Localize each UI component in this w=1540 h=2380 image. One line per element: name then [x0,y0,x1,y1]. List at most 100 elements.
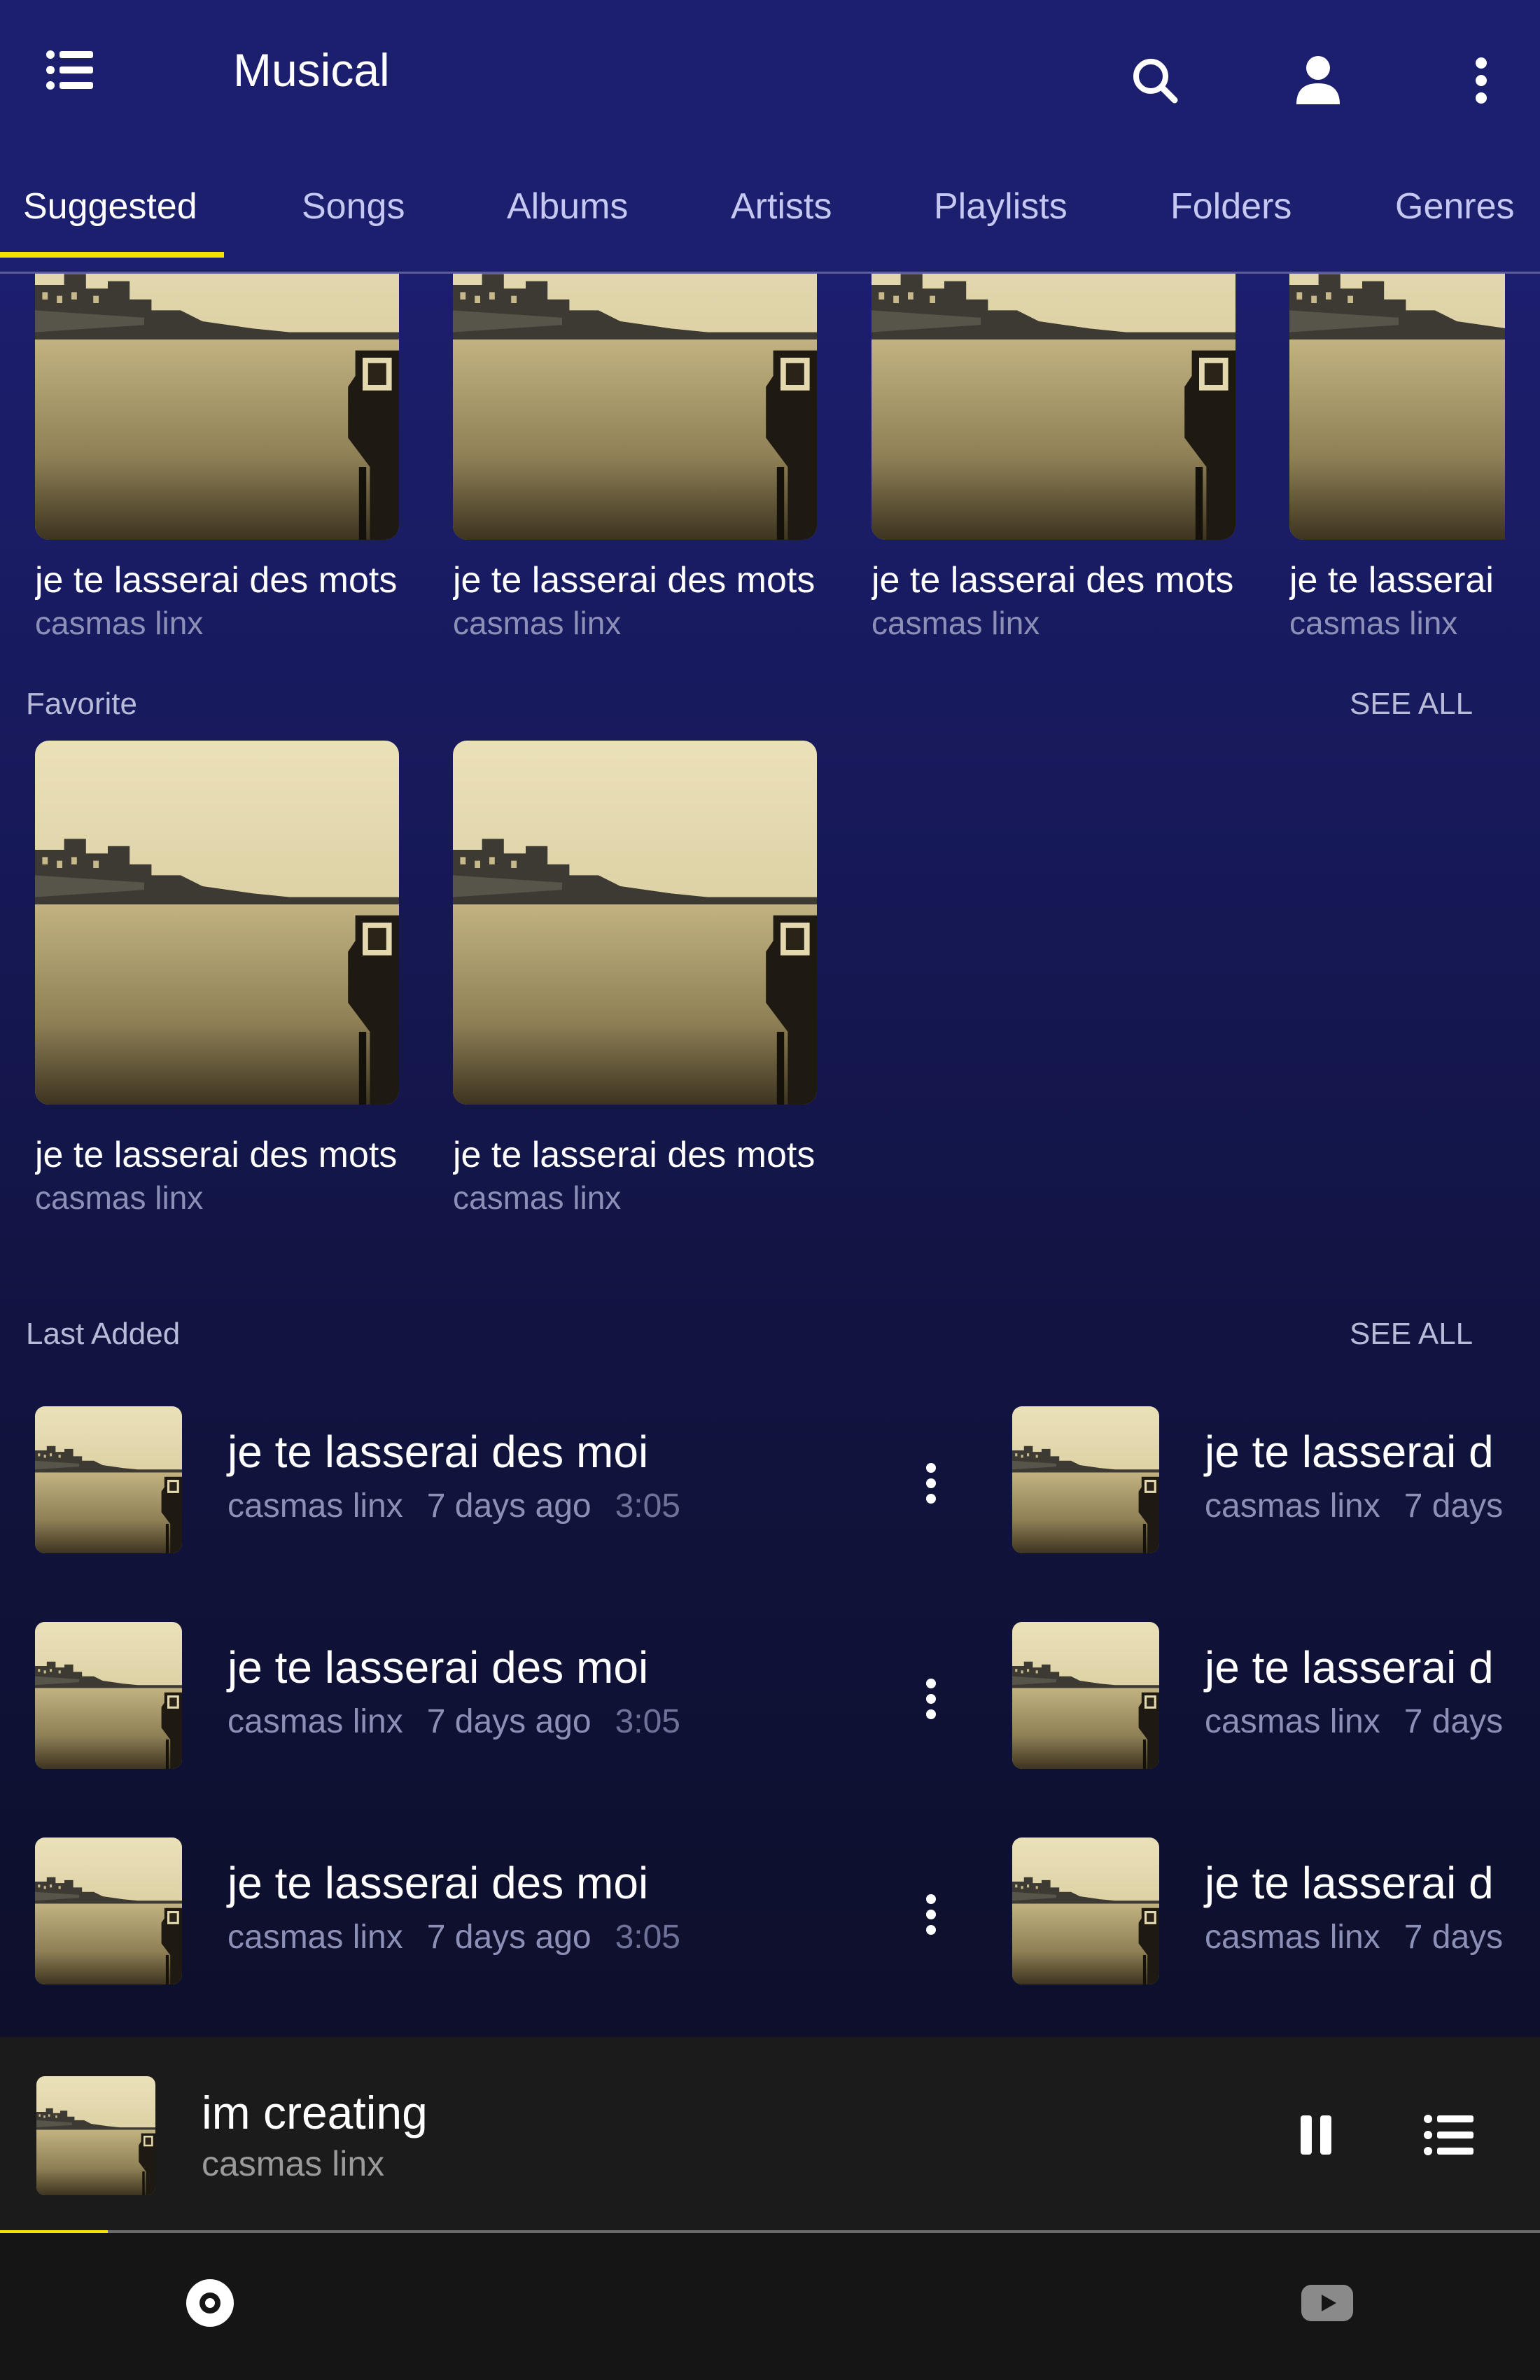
card-title: je te lasserai des mots [872,560,1234,601]
card-artist: casmas linx [35,1180,204,1216]
song-duration: 3:05 [615,1488,680,1525]
search-icon [1133,59,1178,104]
song-row[interactable]: je te lasserai d casmas linx 7 days [1012,1837,1505,1984]
more-vert-icon [1476,57,1487,104]
song-thumbnail [1012,1406,1159,1553]
song-title: je te lasserai d [1205,1427,1494,1477]
more-vert-icon [926,1463,936,1504]
suggested-card[interactable]: je te lasserai des mots casmas linx [872,274,1250,666]
pause-icon [1301,2115,1331,2155]
song-title: je te lasserai d [1205,1858,1494,1908]
song-meta: casmas linx 7 days [1205,1487,1505,1525]
section-label-favorite: Favorite [26,687,137,721]
song-added: 7 days [1404,1703,1504,1740]
card-title: je te lasserai [1289,560,1494,601]
tab-songs[interactable]: Songs [302,164,405,270]
card-artist: casmas linx [453,605,622,641]
song-title: je te lasserai des moi [227,1642,649,1693]
menu-button[interactable] [35,35,105,105]
song-meta: casmas linx 7 days ago 3:05 [227,1487,704,1525]
nav-video-button[interactable] [1292,2268,1362,2338]
section-label-last-added: Last Added [26,1317,181,1351]
card-artist: casmas linx [872,605,1040,641]
pause-button[interactable] [1281,2100,1351,2170]
now-playing-artist: casmas linx [202,2144,385,2183]
suggested-card[interactable]: je te lasserai des mots casmas linx [35,274,413,666]
list-menu-icon [46,50,93,90]
album-cover [1289,274,1505,540]
card-artist: casmas linx [453,1180,622,1216]
content-scroll-area[interactable]: je te lasserai des mots casmas linx je t… [0,274,1540,2037]
disc-icon [186,2279,234,2327]
card-artist: casmas linx [1289,605,1458,641]
song-row[interactable]: je te lasserai des moi casmas linx 7 days… [35,1406,966,1553]
song-artist: casmas linx [227,1703,403,1740]
favorite-card[interactable]: je te lasserai des mots casmas linx [453,741,831,1216]
album-cover [35,741,399,1105]
song-thumbnail [35,1406,182,1553]
more-vert-icon [926,1894,936,1935]
app-title: Musical [233,44,390,96]
tab-folders[interactable]: Folders [1170,164,1292,270]
song-title: je te lasserai des moi [227,1858,649,1908]
card-title: je te lasserai des mots [35,560,398,601]
bottom-navigation [0,2233,1540,2380]
song-added: 7 days [1404,1919,1504,1956]
queue-list-icon [1424,2115,1474,2155]
song-meta: casmas linx 7 days ago 3:05 [227,1702,704,1741]
suggested-card[interactable]: je te lasserai des mots casmas linx [453,274,831,666]
app-root: Musical Suggested Songs Albums Artists P… [0,0,1540,2380]
tab-playlists[interactable]: Playlists [934,164,1068,270]
card-title: je te lasserai des mots [453,560,816,601]
tab-albums[interactable]: Albums [507,164,628,270]
song-row[interactable]: je te lasserai des moi casmas linx 7 days… [35,1837,966,1984]
search-button[interactable] [1120,46,1190,115]
song-row[interactable]: je te lasserai d casmas linx 7 days [1012,1406,1505,1553]
more-options-button[interactable] [1446,46,1516,115]
song-added: 7 days [1404,1488,1504,1525]
song-row[interactable]: je te lasserai d casmas linx 7 days [1012,1622,1505,1769]
tab-genres[interactable]: Genres [1395,164,1515,270]
song-duration: 3:05 [615,1703,680,1740]
suggested-card[interactable]: je te lasserai casmas linx [1289,274,1505,666]
album-cover [35,274,399,540]
album-cover [453,274,817,540]
song-meta: casmas linx 7 days ago 3:05 [227,1918,704,1956]
top-app-bar: Musical Suggested Songs Albums Artists P… [0,0,1540,274]
now-playing-thumbnail [36,2076,155,2195]
song-thumbnail [1012,1837,1159,1984]
mini-player[interactable]: im creating casmas linx [0,2037,1540,2232]
song-added: 7 days ago [426,1919,592,1956]
video-play-icon [1301,2285,1353,2321]
song-artist: casmas linx [227,1919,403,1956]
nav-music-button[interactable] [175,2268,245,2338]
album-cover [453,741,817,1105]
tab-bar: Suggested Songs Albums Artists Playlists… [0,164,1540,273]
song-more-button[interactable] [896,1664,966,1734]
song-more-button[interactable] [896,1879,966,1949]
queue-button[interactable] [1414,2100,1484,2170]
song-title: je te lasserai d [1205,1642,1494,1693]
favorite-see-all-button[interactable]: SEE ALL [1350,687,1473,722]
song-meta: casmas linx 7 days [1205,1702,1505,1741]
card-title: je te lasserai des mots [453,1135,816,1175]
account-button[interactable] [1283,46,1353,115]
song-title: je te lasserai des moi [227,1427,649,1477]
song-thumbnail [35,1837,182,1984]
song-added: 7 days ago [426,1488,592,1525]
song-thumbnail [35,1622,182,1769]
song-duration: 3:05 [615,1919,680,1956]
song-row[interactable]: je te lasserai des moi casmas linx 7 days… [35,1622,966,1769]
song-artist: casmas linx [1205,1703,1380,1740]
song-artist: casmas linx [1205,1488,1380,1525]
song-meta: casmas linx 7 days [1205,1918,1505,1956]
album-cover [872,274,1236,540]
favorite-card[interactable]: je te lasserai des mots casmas linx [35,741,413,1216]
song-thumbnail [1012,1622,1159,1769]
now-playing-title: im creating [202,2087,428,2138]
song-added: 7 days ago [426,1703,592,1740]
song-artist: casmas linx [227,1488,403,1525]
last-added-see-all-button[interactable]: SEE ALL [1350,1317,1473,1352]
tab-artists[interactable]: Artists [731,164,832,270]
song-more-button[interactable] [896,1448,966,1518]
